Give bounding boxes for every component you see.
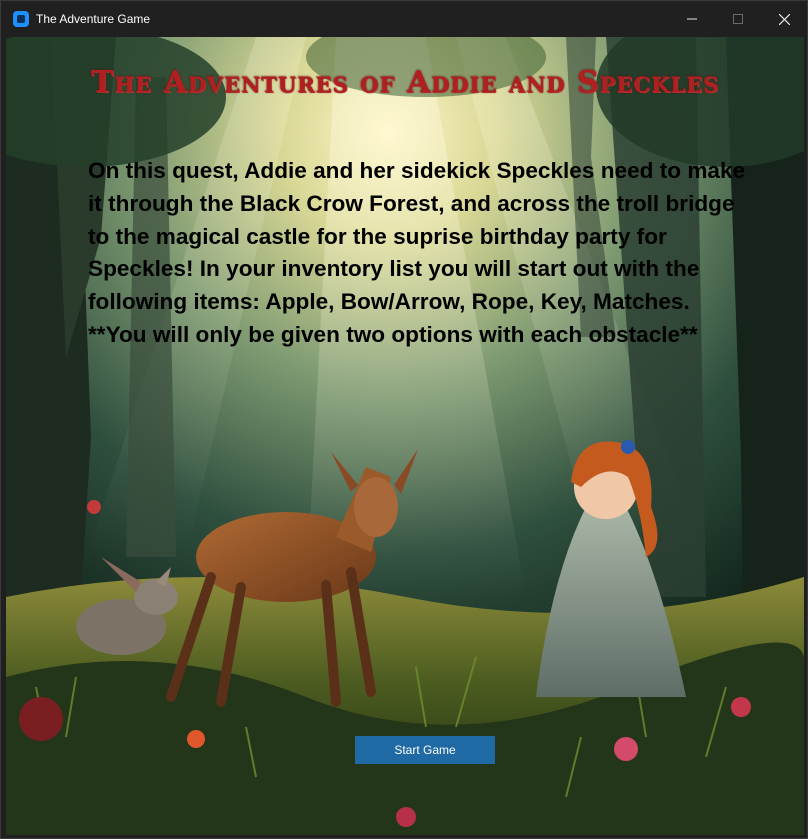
window-title: The Adventure Game [36,12,151,26]
close-button[interactable] [761,1,807,37]
game-scene: The Adventures of Addie and Speckles On … [6,37,804,835]
title-bar[interactable]: The Adventure Game [1,1,807,37]
maximize-icon [733,14,743,24]
app-window: The Adventure Game The Adventures of Add… [0,0,808,839]
close-icon [778,13,790,25]
app-icon [13,11,29,27]
intro-text: On this quest, Addie and her sidekick Sp… [88,158,746,347]
game-title: The Adventures of Addie and Speckles [90,65,720,100]
minimize-icon [687,18,697,20]
start-game-button[interactable]: Start Game [355,736,495,764]
minimize-button[interactable] [669,1,715,37]
maximize-button[interactable] [715,1,761,37]
window-controls [669,1,807,37]
